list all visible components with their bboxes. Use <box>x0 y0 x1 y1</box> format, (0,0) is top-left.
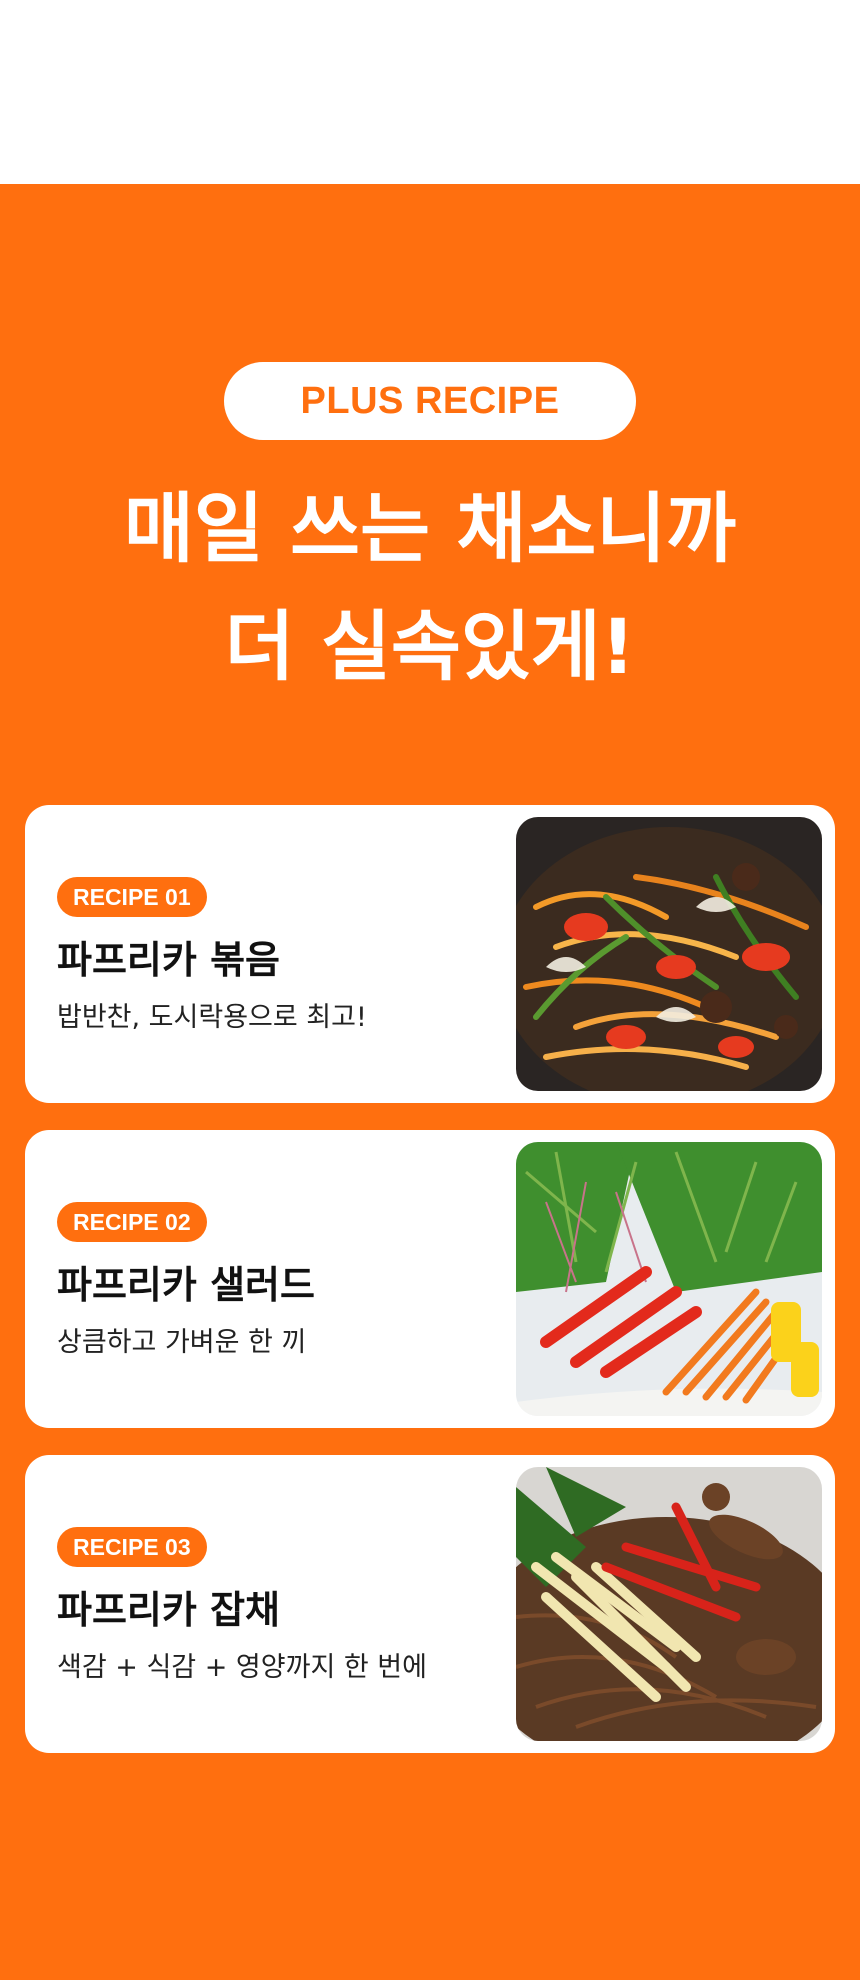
recipe-title: 파프리카 볶음 <box>57 938 280 982</box>
recipe-description: 상큼하고 가벼운 한 끼 <box>57 1327 307 1358</box>
recipe-description: 밥반찬, 도시락용으로 최고! <box>57 1002 367 1033</box>
recipe-card-2: RECIPE 02 파프리카 샐러드 상큼하고 가벼운 한 끼 <box>25 1130 835 1428</box>
recipe-card-1: RECIPE 01 파프리카 볶음 밥반찬, 도시락용으로 최고! <box>25 805 835 1103</box>
recipe-card-3: RECIPE 03 파프리카 잡채 색감 + 식감 + 영양까지 한 번에 <box>25 1455 835 1753</box>
headline-line-2: 더 실속있게! <box>224 602 636 691</box>
top-spacer <box>0 0 860 184</box>
recipe-badge: RECIPE 02 <box>57 1202 207 1242</box>
headline-line-1: 매일 쓰는 채소니까 <box>123 484 737 573</box>
recipe-title: 파프리카 잡채 <box>57 1588 280 1632</box>
recipe-badge: RECIPE 01 <box>57 877 207 917</box>
page: PLUS RECIPE 매일 쓰는 채소니까 더 실속있게! RECIPE 01… <box>0 0 860 1980</box>
paprika-salad-photo <box>516 1142 822 1416</box>
stir-fried-paprika-photo <box>516 817 822 1091</box>
recipe-badge: RECIPE 03 <box>57 1527 207 1567</box>
recipe-title: 파프리카 샐러드 <box>57 1263 315 1307</box>
headline: 매일 쓰는 채소니까 더 실속있게! <box>0 470 860 706</box>
recipe-description: 색감 + 식감 + 영양까지 한 번에 <box>57 1652 427 1683</box>
plus-recipe-label: PLUS RECIPE <box>224 362 636 440</box>
paprika-japchae-photo <box>516 1467 822 1741</box>
